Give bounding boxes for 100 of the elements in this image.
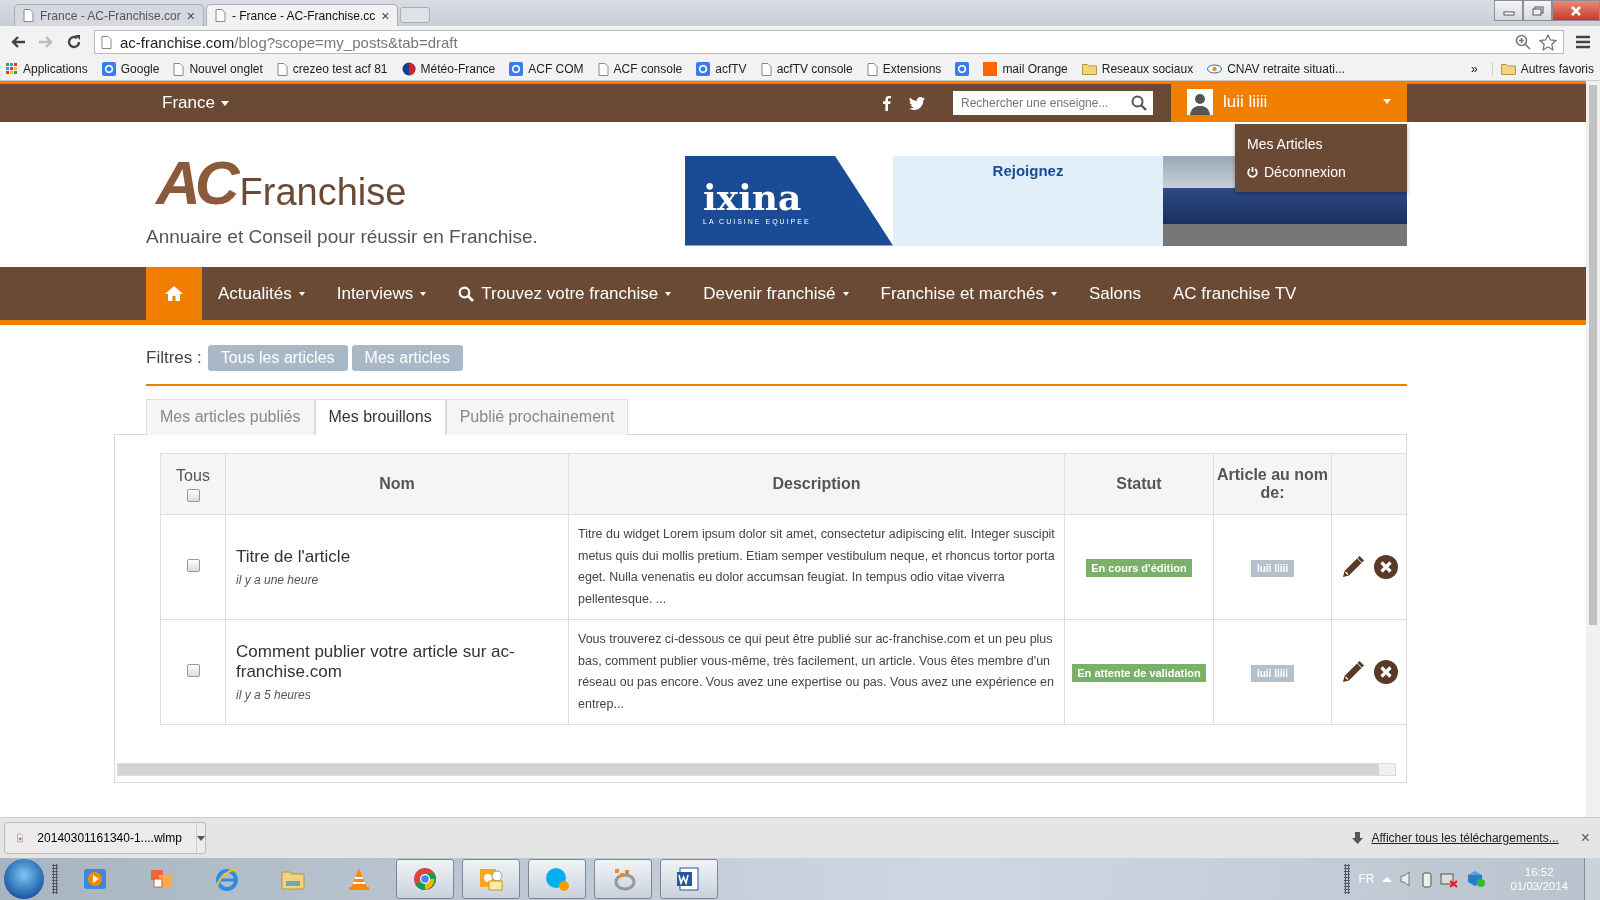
tab-title: France - AC-Franchise.cor xyxy=(40,8,181,23)
bookmark[interactable]: Google xyxy=(101,62,160,76)
document-w-icon xyxy=(676,866,702,892)
article-title[interactable]: Comment publier votre article sur ac-franchise.com xyxy=(236,642,558,682)
apps-grid-icon xyxy=(6,63,18,75)
twitter-icon[interactable] xyxy=(909,96,925,110)
author-label: luii liiii xyxy=(1250,559,1295,577)
bookmark[interactable]: Applications xyxy=(6,62,88,76)
bookmark[interactable]: Météo-France xyxy=(401,62,496,76)
facebook-icon[interactable] xyxy=(883,95,891,111)
avatar-icon xyxy=(1187,88,1213,115)
forward-icon[interactable] xyxy=(38,35,54,49)
nav-item[interactable]: Salons xyxy=(1072,267,1157,320)
taskbar-app-button[interactable] xyxy=(396,859,454,899)
google-plus-icon xyxy=(101,62,116,76)
status-label: En cours d'édition xyxy=(1086,558,1192,577)
search-icon[interactable] xyxy=(1131,95,1147,111)
close-tab-button[interactable]: × xyxy=(381,7,390,24)
taskbar-app-button[interactable] xyxy=(528,859,586,899)
menu-item[interactable]: Mes Articles xyxy=(1235,130,1407,158)
minimize-button[interactable] xyxy=(1494,0,1523,21)
tab-title: - France - AC-Franchise.cc xyxy=(231,8,376,23)
browser-tab[interactable]: - France - AC-Franchise.cc × xyxy=(205,4,399,26)
box-check-icon[interactable] xyxy=(1466,870,1487,888)
bookmark-label: Reseaux sociaux xyxy=(1101,62,1194,76)
search-icon xyxy=(458,285,475,302)
restore-button[interactable] xyxy=(1523,0,1552,21)
google-plus-icon xyxy=(509,62,524,76)
page-icon xyxy=(597,62,609,76)
bookmark-label: acfTV console xyxy=(776,62,853,76)
taskbar-app-button[interactable] xyxy=(660,859,718,899)
nav-item[interactable]: AC franchise TV xyxy=(1156,267,1313,320)
close-window-button[interactable] xyxy=(1552,0,1600,21)
bookmark[interactable]: Nouvel onglet xyxy=(173,62,263,76)
article-description: Vous trouverez ci-dessous ce qui peut être publié sur ac-franchise.com et un peu plus bas, comment publier vous-même, très facilement, un article. Vous êtes membre d'un réseau ou pas encore. Vous avez une expertise ou pas. Vous avez une expérience en entrep... xyxy=(577,631,1056,713)
back-icon[interactable] xyxy=(10,35,26,49)
close-tab-button[interactable]: × xyxy=(186,7,195,24)
vertical-scrollbar[interactable] xyxy=(1586,81,1600,817)
globe-icon xyxy=(401,62,416,76)
show-desktop-button[interactable] xyxy=(1584,858,1600,900)
column-header: Article au nom de: xyxy=(1213,453,1332,515)
article-title[interactable]: Titre de l'article xyxy=(236,547,558,567)
power-icon xyxy=(1247,166,1258,178)
up-arrow-icon[interactable] xyxy=(1382,876,1393,882)
browser-tab[interactable]: France - AC-Franchise.cor × xyxy=(14,4,204,26)
row-checkbox[interactable] xyxy=(186,559,200,572)
battery-icon[interactable] xyxy=(1422,870,1433,888)
site-logo[interactable]: ACFranchise xyxy=(156,151,538,214)
bookmark[interactable]: Extensions xyxy=(866,62,942,76)
menu-item[interactable]: Déconnexion xyxy=(1235,158,1407,186)
select-all-checkbox[interactable] xyxy=(186,488,200,502)
reload-icon[interactable] xyxy=(66,34,82,50)
nav-item[interactable]: Devenir franchisé xyxy=(687,267,865,320)
show-all-downloads-link[interactable]: Afficher tous les téléchargements... xyxy=(1371,831,1559,845)
content-tab[interactable]: Mes brouillons xyxy=(314,399,446,435)
page-icon xyxy=(23,9,34,22)
bookmark[interactable]: ACF COM xyxy=(509,62,584,76)
delete-icon[interactable] xyxy=(1373,555,1398,579)
nav-item[interactable]: Actualités xyxy=(202,267,321,320)
download-item[interactable]: 20140301161340-1....wlmp xyxy=(4,822,206,854)
mail-clock-icon xyxy=(478,866,504,892)
nav-item[interactable]: Interviews xyxy=(320,267,443,320)
pencil-icon[interactable] xyxy=(1340,555,1365,579)
site-tagline: Annuaire et Conseil pour réussir en Franchise. xyxy=(146,225,538,248)
bookmark[interactable]: ACF console xyxy=(597,62,683,76)
more-bookmarks-button[interactable]: » xyxy=(1470,62,1478,76)
folder-icon xyxy=(1081,63,1097,75)
download-arrow-icon xyxy=(1352,831,1364,845)
taskbar-app-button[interactable] xyxy=(462,859,520,899)
address-bar[interactable]: ac-franchise.com/blog?scope=my_posts&tab=draft xyxy=(94,30,1564,54)
bookmark[interactable]: Autres favoris xyxy=(1491,62,1594,76)
network-warning-icon[interactable] xyxy=(1440,870,1459,888)
search-field[interactable]: Rechercher une enseigne... xyxy=(953,91,1153,115)
menu-icon[interactable] xyxy=(1576,35,1590,49)
delete-icon[interactable] xyxy=(1373,660,1398,684)
horizontal-scrollbar[interactable] xyxy=(117,763,1396,776)
column-header: Nom xyxy=(225,453,569,515)
start-button[interactable] xyxy=(4,859,44,899)
square-logo-icon xyxy=(983,62,998,76)
nav-item[interactable] xyxy=(146,267,202,320)
zoom-icon[interactable] xyxy=(1515,34,1531,50)
page-icon xyxy=(173,62,185,76)
bookmark[interactable]: acfTV console xyxy=(760,62,853,76)
row-checkbox[interactable] xyxy=(186,664,200,677)
bookmark[interactable]: mail Orange xyxy=(983,62,1068,76)
region-dropdown[interactable]: France xyxy=(162,93,229,113)
author-label: luii liiii xyxy=(1250,664,1295,682)
nav-item[interactable]: Franchise et marchés xyxy=(864,267,1073,320)
home-icon xyxy=(164,285,184,302)
bookmark-label: Applications xyxy=(23,62,88,76)
pencil-icon[interactable] xyxy=(1340,660,1365,684)
new-tab-button[interactable] xyxy=(400,7,431,23)
file-icon xyxy=(17,831,24,845)
close-download-bar-button[interactable]: × xyxy=(1580,829,1590,847)
bookmark[interactable]: acfTV xyxy=(696,62,747,76)
nav-item[interactable]: Trouvez votre franchise xyxy=(442,267,688,320)
bookmark[interactable]: Reseaux sociaux xyxy=(1081,62,1194,76)
taskbar-app-button[interactable] xyxy=(594,859,652,899)
star-icon[interactable] xyxy=(1539,33,1557,51)
bookmark[interactable] xyxy=(955,62,970,76)
